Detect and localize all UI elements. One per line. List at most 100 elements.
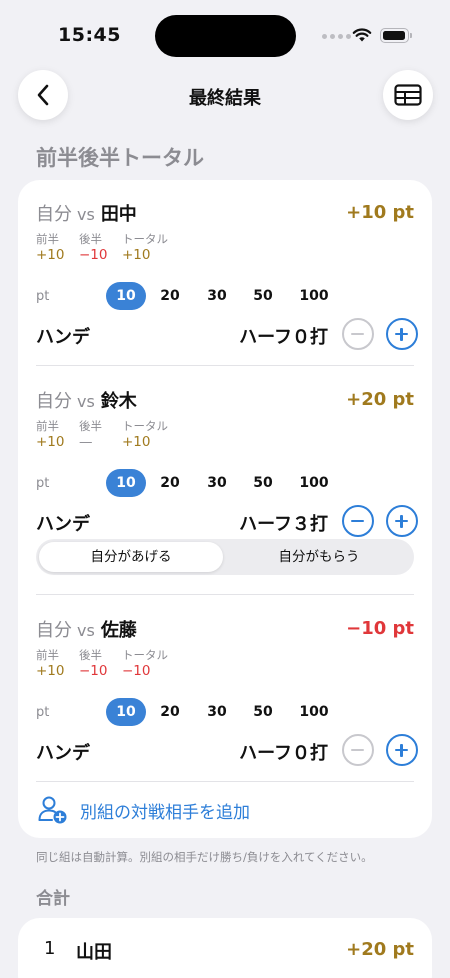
overall-label: トータル	[122, 419, 168, 433]
vs-label: vs	[77, 621, 95, 640]
add-opponent-button[interactable]: 別組の対戦相手を追加	[36, 790, 414, 830]
handicap-row: ハンデ ハーフ０打	[36, 734, 418, 768]
handicap-value: ハーフ０打	[239, 743, 328, 764]
first-half-label: 前半	[36, 648, 59, 662]
summary-title: 合計	[36, 889, 70, 909]
pt-option-20[interactable]: 20	[152, 469, 188, 497]
second-half-label: 後半	[79, 232, 102, 246]
pt-option-100[interactable]: 100	[290, 282, 338, 310]
me-label: 自分	[36, 391, 72, 412]
vs-label: vs	[77, 392, 95, 411]
handicap-plus-button[interactable]	[386, 505, 418, 537]
opponent-name: 鈴木	[100, 391, 137, 412]
table-view-button[interactable]	[383, 70, 433, 120]
help-note: 同じ組は自動計算。別組の相手だけ勝ち/負けを入れてください。	[36, 850, 373, 864]
pt-option-30[interactable]: 30	[199, 282, 235, 310]
first-half-value: +10	[36, 663, 65, 679]
match-total: −10 pt	[346, 618, 414, 639]
overall-value: +10	[122, 434, 151, 450]
handicap-minus-button[interactable]	[342, 734, 374, 766]
handicap-plus-button[interactable]	[386, 734, 418, 766]
second-half-label: 後半	[79, 419, 102, 433]
half-scores: 前半 +10 後半 −10 トータル −10	[36, 647, 192, 679]
handicap-direction-toggle: 自分があげる 自分がもらう	[36, 539, 414, 575]
handicap-value: ハーフ０打	[239, 327, 328, 348]
pt-option-100[interactable]: 100	[290, 698, 338, 726]
match-item: 自分 vs 田中 +10 pt 前半 +10 後半 −10 トータル +10 pt 10 …	[36, 200, 418, 360]
half-scores: 前半 +10 後半 −10 トータル +10	[36, 231, 192, 263]
add-person-icon	[38, 796, 67, 824]
handicap-row: ハンデ ハーフ３打	[36, 505, 418, 539]
pt-label: pt	[36, 705, 50, 720]
second-half-value: −10	[79, 247, 108, 263]
pt-option-30[interactable]: 30	[199, 469, 235, 497]
handicap-label: ハンデ	[36, 514, 90, 535]
add-opponent-label: 別組の対戦相手を追加	[80, 803, 250, 823]
battery-icon	[380, 28, 412, 43]
pt-selector: pt 10 20 30 50 100	[36, 282, 414, 312]
pt-option-100[interactable]: 100	[290, 469, 338, 497]
status-bar: 15:45	[0, 0, 450, 68]
dynamic-island	[155, 15, 296, 57]
summary-total: +20 pt	[346, 939, 414, 960]
minus-icon	[351, 332, 364, 335]
pt-option-20[interactable]: 20	[152, 282, 188, 310]
minus-icon	[351, 748, 364, 751]
segment-give[interactable]: 自分があげる	[39, 542, 223, 572]
divider	[36, 365, 414, 366]
pt-option-10[interactable]: 10	[106, 698, 146, 726]
minus-icon	[351, 519, 364, 522]
me-label: 自分	[36, 204, 72, 225]
opponent-name: 佐藤	[100, 620, 137, 641]
pt-label: pt	[36, 476, 50, 491]
overall-label: トータル	[122, 648, 168, 662]
pt-label: pt	[36, 289, 50, 304]
summary-card: 1 山田 +20 pt	[18, 918, 432, 978]
match-total: +10 pt	[346, 202, 414, 223]
vs-label: vs	[77, 205, 95, 224]
match-card: 自分 vs 田中 +10 pt 前半 +10 後半 −10 トータル +10 pt 10 …	[18, 180, 432, 838]
first-half-value: +10	[36, 247, 65, 263]
handicap-minus-button[interactable]	[342, 505, 374, 537]
first-half-label: 前半	[36, 419, 59, 433]
segment-receive[interactable]: 自分がもらう	[227, 542, 411, 572]
overall-value: −10	[122, 663, 151, 679]
divider	[36, 781, 414, 782]
pt-option-10[interactable]: 10	[106, 469, 146, 497]
second-half-value: —	[79, 434, 93, 450]
first-half-value: +10	[36, 434, 65, 450]
overall-value: +10	[122, 247, 151, 263]
pt-selector: pt 10 20 30 50 100	[36, 698, 414, 728]
table-icon	[394, 84, 422, 106]
handicap-row: ハンデ ハーフ０打	[36, 318, 418, 352]
pt-option-10[interactable]: 10	[106, 282, 146, 310]
summary-name: 山田	[76, 942, 112, 963]
opponent-name: 田中	[100, 204, 137, 225]
match-item: 自分 vs 鈴木 +20 pt 前半 +10 後半 — トータル +10 pt 10 20…	[36, 387, 418, 547]
overall-label: トータル	[122, 232, 168, 246]
second-half-label: 後半	[79, 648, 102, 662]
signal-icon	[322, 34, 351, 39]
match-item: 自分 vs 佐藤 −10 pt 前半 +10 後半 −10 トータル −10 pt 10 …	[36, 616, 418, 776]
handicap-plus-button[interactable]	[386, 318, 418, 350]
wifi-icon	[352, 28, 372, 42]
pt-option-50[interactable]: 50	[245, 282, 281, 310]
handicap-minus-button[interactable]	[342, 318, 374, 350]
status-time: 15:45	[58, 24, 121, 46]
first-half-label: 前半	[36, 232, 59, 246]
pt-option-50[interactable]: 50	[245, 469, 281, 497]
divider	[36, 594, 414, 595]
section-title: 前半後半トータル	[36, 146, 204, 170]
pt-option-50[interactable]: 50	[245, 698, 281, 726]
half-scores: 前半 +10 後半 — トータル +10	[36, 418, 192, 450]
summary-rank: 1	[44, 938, 56, 959]
pt-option-20[interactable]: 20	[152, 698, 188, 726]
second-half-value: −10	[79, 663, 108, 679]
handicap-label: ハンデ	[36, 743, 90, 764]
match-total: +20 pt	[346, 389, 414, 410]
pt-selector: pt 10 20 30 50 100	[36, 469, 414, 499]
handicap-label: ハンデ	[36, 327, 90, 348]
handicap-value: ハーフ３打	[239, 514, 328, 535]
me-label: 自分	[36, 620, 72, 641]
pt-option-30[interactable]: 30	[199, 698, 235, 726]
